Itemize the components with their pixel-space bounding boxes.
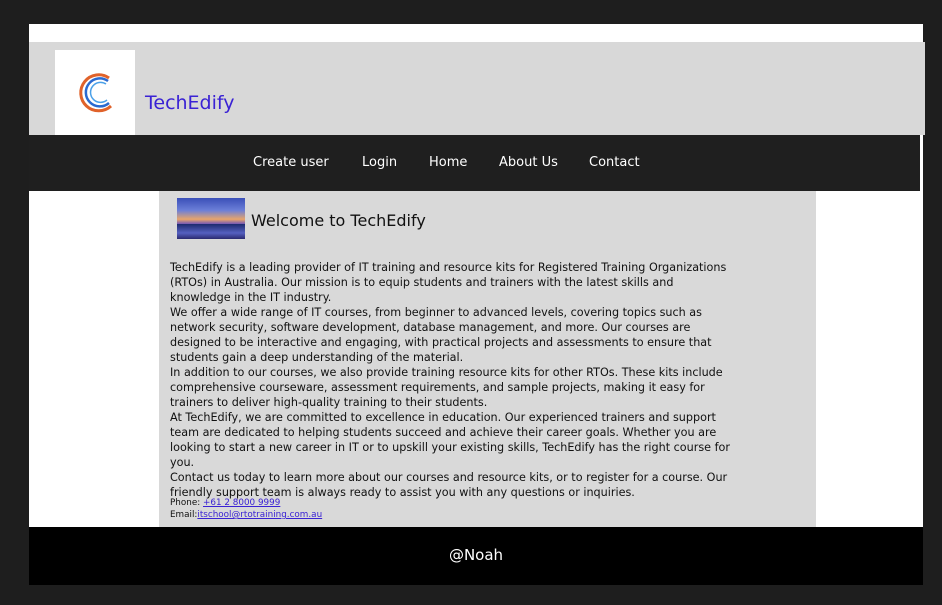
phone-line: Phone: +61 2 8000 9999 [170, 497, 322, 509]
paragraph-resource-kits: In addition to our courses, we also prov… [170, 366, 723, 409]
footer-text: @Noah [448, 546, 504, 564]
main-nav: Create user Login Home About Us Contact [29, 135, 920, 191]
logo[interactable] [55, 50, 135, 135]
welcome-heading: Welcome to TechEdify [251, 211, 426, 230]
about-text: TechEdify is a leading provider of IT tr… [170, 260, 735, 500]
paragraph-commitment: At TechEdify, we are committed to excell… [170, 411, 730, 469]
phone-link[interactable]: +61 2 8000 9999 [203, 498, 280, 508]
nav-login[interactable]: Login [362, 155, 397, 170]
email-label: Email: [170, 510, 198, 520]
sunset-lake-image [177, 198, 245, 239]
nav-contact[interactable]: Contact [589, 155, 640, 170]
email-line: Email:itschool@rtotraining.com.au [170, 509, 322, 521]
contact-info: Phone: +61 2 8000 9999 Email:itschool@rt… [170, 497, 322, 521]
nav-home[interactable]: Home [429, 155, 467, 170]
paragraph-courses: We offer a wide range of IT courses, fro… [170, 306, 712, 364]
site-footer: @Noah [29, 527, 923, 585]
nav-create-user[interactable]: Create user [253, 155, 329, 170]
main-content: Welcome to TechEdify TechEdify is a lead… [159, 191, 816, 527]
email-link[interactable]: itschool@rtotraining.com.au [197, 510, 322, 520]
paragraph-contact-us: Contact us today to learn more about our… [170, 471, 728, 499]
phone-label: Phone: [170, 498, 204, 508]
brand-name[interactable]: TechEdify [145, 92, 235, 114]
page: TechEdify Create user Login Home About U… [29, 24, 925, 585]
crescent-swirl-logo-icon [79, 73, 113, 113]
site-header: TechEdify [29, 42, 925, 135]
nav-about-us[interactable]: About Us [499, 155, 558, 170]
paragraph-intro: TechEdify is a leading provider of IT tr… [170, 261, 727, 304]
